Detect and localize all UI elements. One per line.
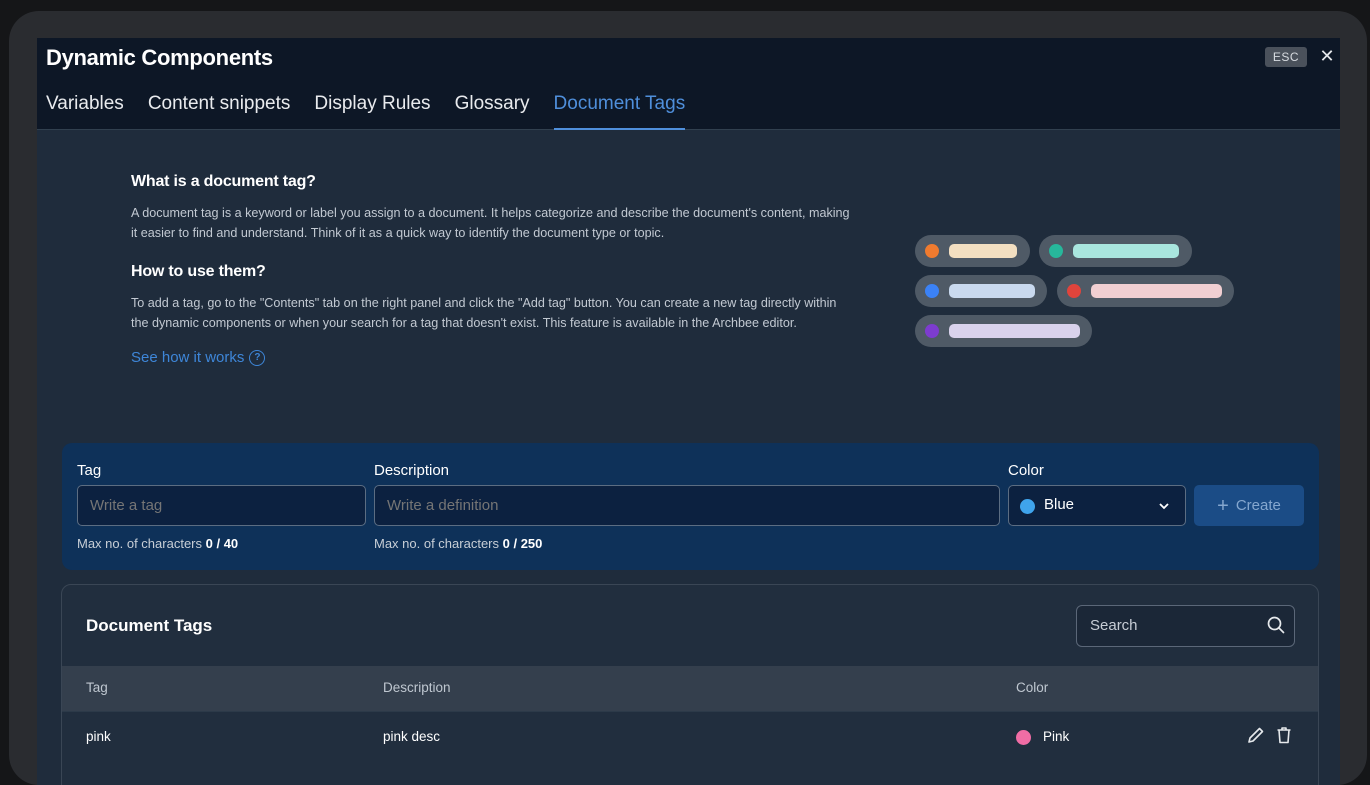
color-select[interactable]: Blue <box>1008 485 1186 526</box>
plus-icon: + <box>1217 495 1229 517</box>
orange-bar <box>949 244 1017 258</box>
create-tag-form: Tag Max no. of characters 0 / 40 Descrip… <box>62 443 1319 570</box>
description-char-count: 0 / 250 <box>502 536 543 551</box>
create-button[interactable]: + Create <box>1194 485 1304 526</box>
row-description-cell: pink desc <box>383 729 441 744</box>
see-how-it-works-label: See how it works <box>131 349 245 366</box>
search-icon[interactable] <box>1267 616 1285 634</box>
color-select-value: Blue <box>1044 496 1075 513</box>
info-paragraph-how: To add a tag, go to the "Contents" tab o… <box>131 296 837 330</box>
info-heading-what: What is a document tag? <box>131 173 316 190</box>
tab-display-rules[interactable]: Display Rules <box>314 91 430 130</box>
document-tags-title: Document Tags <box>86 616 213 635</box>
column-header-color: Color <box>1016 680 1049 695</box>
column-header-tag: Tag <box>86 680 108 695</box>
column-header-description: Description <box>383 680 451 695</box>
tag-pill-teal <box>1039 235 1192 267</box>
tab-variables[interactable]: Variables <box>46 91 124 130</box>
tag-char-count: 0 / 40 <box>205 536 239 551</box>
edit-pencil-icon[interactable] <box>1246 725 1266 745</box>
row-color-cell: Pink <box>1043 729 1070 744</box>
search-input[interactable]: Search <box>1076 605 1295 647</box>
description-char-hint: Max no. of characters 0 / 250 <box>374 536 542 551</box>
red-dot <box>1067 284 1081 298</box>
tag-label: Tag <box>77 462 102 479</box>
info-section: What is a document tag? A document tag i… <box>131 173 851 367</box>
color-swatch-pink <box>1016 730 1031 745</box>
document-tags-panel: Document Tags Search Tag Description Col… <box>61 584 1319 785</box>
search-placeholder: Search <box>1090 617 1138 634</box>
help-circle-icon: ? <box>249 349 266 366</box>
tab-glossary[interactable]: Glossary <box>455 91 530 130</box>
modal-header: Dynamic Components ESC ✕ Variables Conte… <box>37 38 1340 130</box>
trash-icon[interactable] <box>1274 725 1294 745</box>
row-tag-cell: pink <box>86 729 111 744</box>
tag-input[interactable] <box>77 485 366 526</box>
tag-pill-orange <box>915 235 1030 267</box>
purple-bar <box>949 324 1080 338</box>
dynamic-components-modal: Dynamic Components ESC ✕ Variables Conte… <box>37 38 1340 785</box>
table-row: pink pink desc Pink <box>62 711 1318 761</box>
info-heading-how: How to use them? <box>131 263 266 280</box>
close-icon[interactable]: ✕ <box>1317 45 1337 67</box>
table-header: Tag Description Color <box>62 666 1318 711</box>
blue-bar <box>949 284 1035 298</box>
description-input[interactable] <box>374 485 1000 526</box>
modal-title: Dynamic Components <box>46 45 273 70</box>
blue-dot <box>925 284 939 298</box>
purple-dot <box>925 324 939 338</box>
esc-badge[interactable]: ESC <box>1265 47 1307 67</box>
color-swatch-blue <box>1020 499 1035 514</box>
see-how-it-works-link[interactable]: See how it works ? <box>131 349 266 366</box>
chevron-down-icon <box>1159 503 1169 510</box>
description-label: Description <box>374 462 450 479</box>
tag-hint-text: Max no. of characters <box>77 536 202 551</box>
teal-bar <box>1073 244 1179 258</box>
tag-pill-purple <box>915 315 1092 347</box>
orange-dot <box>925 244 939 258</box>
red-bar <box>1091 284 1222 298</box>
info-paragraph-what: A document tag is a keyword or label you… <box>131 206 850 240</box>
teal-dot <box>1049 244 1063 258</box>
tag-pill-red <box>1057 275 1234 307</box>
color-label: Color <box>1008 462 1044 479</box>
description-hint-text: Max no. of characters <box>374 536 499 551</box>
tab-content-snippets[interactable]: Content snippets <box>148 91 291 130</box>
tag-pill-blue <box>915 275 1047 307</box>
tab-document-tags[interactable]: Document Tags <box>553 91 686 130</box>
tab-bar: Variables Content snippets Display Rules… <box>46 91 709 130</box>
create-button-label: Create <box>1235 497 1281 514</box>
tag-char-hint: Max no. of characters 0 / 40 <box>77 536 238 551</box>
